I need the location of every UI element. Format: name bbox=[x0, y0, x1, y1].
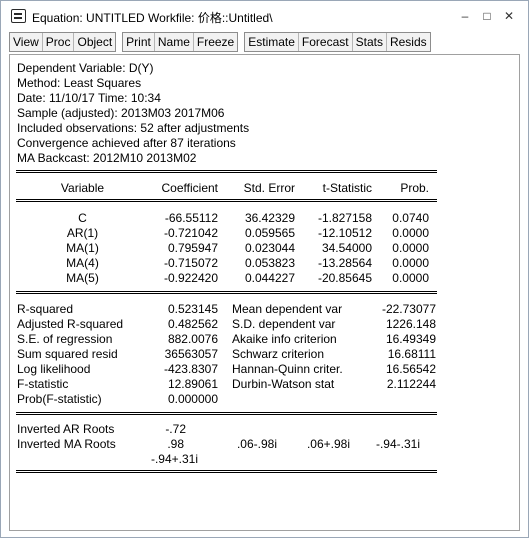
t-statistic-value: -1.827158 bbox=[317, 211, 372, 225]
prob-value: 0.0000 bbox=[392, 226, 429, 240]
stat-label: Prob(F-statistic) bbox=[17, 392, 102, 406]
stat-value: 16.49349 bbox=[385, 332, 436, 346]
observations-line: Included observations: 52 after adjustme… bbox=[17, 121, 250, 135]
name-button[interactable]: Name bbox=[154, 33, 194, 51]
variable-name: MA(1) bbox=[66, 241, 99, 255]
estimate-button[interactable]: Estimate bbox=[245, 33, 299, 51]
ma-root-value: .06+.98i bbox=[306, 437, 350, 451]
t-statistic-value: -12.10512 bbox=[317, 226, 372, 240]
stat-label: S.E. of regression bbox=[17, 332, 113, 346]
stat-value: 36563057 bbox=[164, 347, 218, 361]
stats-button[interactable]: Stats bbox=[352, 33, 387, 51]
proc-button[interactable]: Proc bbox=[42, 33, 75, 51]
dependent-variable-line: Dependent Variable: D(Y) bbox=[17, 61, 154, 75]
window-controls: – □ ✕ bbox=[454, 7, 520, 25]
toolbar-group-view: View Proc Object bbox=[9, 32, 117, 52]
table-bottom-rule bbox=[16, 470, 437, 473]
stat-label: Mean dependent var bbox=[232, 302, 343, 316]
stat-label: F-statistic bbox=[17, 377, 69, 391]
coefficient-value: -0.715072 bbox=[163, 256, 218, 270]
equation-window-icon[interactable] bbox=[11, 9, 26, 23]
prob-value: 0.0740 bbox=[392, 211, 429, 225]
window-title: Equation: UNTITLED Workfile: 价格::Untitle… bbox=[32, 11, 273, 25]
freeze-button[interactable]: Freeze bbox=[193, 33, 238, 51]
stat-label: S.D. dependent var bbox=[232, 317, 336, 331]
stat-label: Hannan-Quinn criter. bbox=[232, 362, 343, 376]
variable-name: MA(4) bbox=[66, 256, 99, 270]
forecast-button[interactable]: Forecast bbox=[298, 33, 353, 51]
title-bar[interactable]: Equation: UNTITLED Workfile: 价格::Untitle… bbox=[1, 1, 528, 31]
std-error-value: 0.053823 bbox=[244, 256, 295, 270]
sample-line: Sample (adjusted): 2013M03 2017M06 bbox=[17, 106, 225, 120]
stat-value: 16.56542 bbox=[385, 362, 436, 376]
restore-button[interactable]: □ bbox=[476, 7, 498, 25]
stat-value: 0.523145 bbox=[167, 302, 218, 316]
col-header-t-statistic: t-Statistic bbox=[322, 181, 372, 195]
ma-root-value: .98 bbox=[167, 437, 184, 451]
t-statistic-value: -13.28564 bbox=[317, 256, 372, 270]
table-top-rule bbox=[16, 170, 437, 173]
stat-label: Sum squared resid bbox=[17, 347, 118, 361]
view-button[interactable]: View bbox=[10, 33, 43, 51]
ma-root-value: -.94+.31i bbox=[150, 452, 198, 466]
resids-button[interactable]: Resids bbox=[386, 33, 430, 51]
coefficient-value: -0.721042 bbox=[163, 226, 218, 240]
ma-backcast-line: MA Backcast: 2012M10 2013M02 bbox=[17, 151, 197, 165]
variable-name: MA(5) bbox=[66, 271, 99, 285]
variable-name: AR(1) bbox=[66, 226, 99, 240]
inverted-ar-roots-label: Inverted AR Roots bbox=[17, 422, 115, 436]
std-error-value: 0.023044 bbox=[244, 241, 295, 255]
stat-label: Log likelihood bbox=[17, 362, 91, 376]
date-line: Date: 11/10/17 Time: 10:34 bbox=[17, 91, 161, 105]
equation-window: Equation: UNTITLED Workfile: 价格::Untitle… bbox=[0, 0, 529, 538]
toolbar-group-print: Print Name Freeze bbox=[122, 32, 239, 52]
stat-label: Adjusted R-squared bbox=[17, 317, 124, 331]
stat-value: 0.000000 bbox=[167, 392, 218, 406]
stat-label: R-squared bbox=[17, 302, 74, 316]
col-header-std-error: Std. Error bbox=[243, 181, 295, 195]
print-button[interactable]: Print bbox=[123, 33, 155, 51]
stat-value: 1226.148 bbox=[385, 317, 436, 331]
col-header-variable: Variable bbox=[60, 181, 105, 195]
estimation-output[interactable]: Dependent Variable: D(Y) Method: Least S… bbox=[9, 54, 520, 531]
stat-value: 2.112244 bbox=[386, 377, 436, 391]
ma-root-value: .06-.98i bbox=[236, 437, 277, 451]
stats-top-rule bbox=[16, 291, 437, 294]
std-error-value: 0.059565 bbox=[244, 226, 295, 240]
coefficient-value: -66.55112 bbox=[164, 211, 218, 225]
minimize-button[interactable]: – bbox=[454, 7, 476, 25]
ar-root-value: -.72 bbox=[165, 422, 186, 436]
t-statistic-value: 34.54000 bbox=[321, 241, 372, 255]
stat-value: 0.482562 bbox=[167, 317, 218, 331]
table-header-rule bbox=[16, 199, 437, 202]
std-error-value: 36.42329 bbox=[244, 211, 295, 225]
t-statistic-value: -20.85645 bbox=[317, 271, 372, 285]
stat-label: Durbin-Watson stat bbox=[232, 377, 335, 391]
toolbar-group-estimate: Estimate Forecast Stats Resids bbox=[244, 32, 431, 52]
prob-value: 0.0000 bbox=[392, 241, 429, 255]
stat-value: 882.0076 bbox=[167, 332, 218, 346]
stat-label: Schwarz criterion bbox=[232, 347, 325, 361]
coefficient-value: -0.922420 bbox=[163, 271, 218, 285]
col-header-coefficient: Coefficient bbox=[161, 181, 218, 195]
col-header-prob: Prob. bbox=[400, 181, 429, 195]
equation-toolbar: View Proc Object Print Name Freeze Estim… bbox=[9, 32, 437, 52]
stat-value: 16.68111 bbox=[387, 347, 436, 361]
stat-value: -423.8307 bbox=[163, 362, 218, 376]
stat-label: Akaike info criterion bbox=[232, 332, 337, 346]
prob-value: 0.0000 bbox=[392, 271, 429, 285]
coefficient-value: 0.795947 bbox=[167, 241, 218, 255]
close-button[interactable]: ✕ bbox=[498, 7, 520, 25]
std-error-value: 0.044227 bbox=[244, 271, 295, 285]
stat-value: -22.73077 bbox=[381, 302, 436, 316]
stat-value: 12.89061 bbox=[167, 377, 218, 391]
convergence-line: Convergence achieved after 87 iterations bbox=[17, 136, 236, 150]
method-line: Method: Least Squares bbox=[17, 76, 142, 90]
ma-root-value: -.94-.31i bbox=[375, 437, 420, 451]
prob-value: 0.0000 bbox=[392, 256, 429, 270]
inverted-ma-roots-label: Inverted MA Roots bbox=[17, 437, 116, 451]
object-button[interactable]: Object bbox=[74, 33, 116, 51]
variable-name: C bbox=[78, 211, 87, 225]
roots-top-rule bbox=[16, 412, 437, 415]
